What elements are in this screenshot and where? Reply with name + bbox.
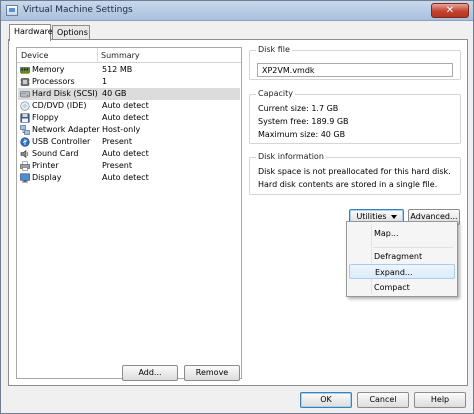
device-summary: 1 xyxy=(102,77,108,86)
device-row-network-adapter[interactable]: Network Adapter Host-only xyxy=(18,124,240,136)
display-icon xyxy=(20,173,30,183)
device-summary: Auto detect xyxy=(102,113,149,122)
device-row-printer[interactable]: Printer Present xyxy=(18,160,240,172)
column-separator[interactable] xyxy=(97,48,98,62)
device-summary: Auto detect xyxy=(102,173,149,182)
device-row-hard-disk[interactable]: Hard Disk (SCSI) 40 GB xyxy=(18,88,240,100)
window-title: Virtual Machine Settings xyxy=(23,5,133,15)
device-summary: 40 GB xyxy=(102,89,127,98)
menu-item-map[interactable]: Map... xyxy=(349,226,455,241)
close-button[interactable]: ✕ xyxy=(431,3,469,18)
printer-icon xyxy=(20,161,30,171)
current-size-text: Current size: 1.7 GB xyxy=(258,104,339,113)
system-free-text: System free: 189.9 GB xyxy=(258,117,349,126)
menu-item-label: Compact xyxy=(374,283,410,292)
hardware-panel: Device Summary Memory 512 MB Processors … xyxy=(8,39,468,386)
menu-item-expand[interactable]: Expand... xyxy=(349,264,455,279)
preallocation-text: Disk space is not preallocated for this … xyxy=(258,167,451,176)
list-header: Device Summary xyxy=(17,48,241,63)
device-summary: 512 MB xyxy=(102,65,133,74)
device-name: Printer xyxy=(32,161,59,170)
menu-item-label: Expand... xyxy=(375,268,413,277)
sound-card-icon xyxy=(20,149,29,159)
cancel-label: Cancel xyxy=(369,395,397,404)
tab-hardware[interactable]: Hardware xyxy=(9,24,53,41)
memory-icon xyxy=(20,67,30,74)
ok-label: OK xyxy=(320,395,332,404)
device-row-sound-card[interactable]: Sound Card Auto detect xyxy=(18,148,240,160)
disk-information-group: Disk information Disk space is not preal… xyxy=(249,152,461,195)
disk-file-label: Disk file xyxy=(256,45,292,54)
dropdown-arrow-icon xyxy=(390,214,397,219)
device-row-floppy[interactable]: Floppy Auto detect xyxy=(18,112,240,124)
device-row-memory[interactable]: Memory 512 MB xyxy=(18,64,240,76)
vm-settings-window: Virtual Machine Settings ✕ Hardware Opti… xyxy=(0,0,474,414)
app-icon xyxy=(6,5,18,16)
processor-icon xyxy=(20,78,30,86)
add-device-button[interactable]: Add... xyxy=(122,365,178,381)
usb-icon xyxy=(20,137,30,147)
tab-options[interactable]: Options xyxy=(52,25,90,40)
add-device-label: Add... xyxy=(138,368,162,377)
ok-button[interactable]: OK xyxy=(300,392,352,408)
menu-item-label: Defragment xyxy=(374,252,423,261)
device-name: Floppy xyxy=(32,113,59,122)
device-name: Display xyxy=(32,173,62,182)
device-summary: Host-only xyxy=(102,125,141,134)
device-name: Sound Card xyxy=(32,149,79,158)
floppy-icon xyxy=(20,113,30,123)
cd-dvd-icon xyxy=(20,101,30,111)
menu-item-compact[interactable]: Compact xyxy=(349,280,455,295)
device-name: Memory xyxy=(32,65,65,74)
utilities-label: Utilities xyxy=(356,212,387,221)
network-adapter-icon xyxy=(20,125,30,135)
device-name: Network Adapter xyxy=(32,125,100,134)
utilities-menu: Map... Defragment Expand... Compact xyxy=(346,221,458,297)
storage-type-text: Hard disk contents are stored in a singl… xyxy=(258,180,438,189)
device-summary: Auto detect xyxy=(102,149,149,158)
device-row-usb-controller[interactable]: USB Controller Present xyxy=(18,136,240,148)
device-summary: Present xyxy=(102,161,133,170)
advanced-label: Advanced... xyxy=(410,212,458,221)
column-header-device[interactable]: Device xyxy=(21,51,48,60)
device-row-cd-dvd[interactable]: CD/DVD (IDE) Auto detect xyxy=(18,100,240,112)
device-name: Hard Disk (SCSI) xyxy=(32,89,98,98)
remove-device-button[interactable]: Remove xyxy=(184,365,240,381)
device-summary: Auto detect xyxy=(102,101,149,110)
device-name: CD/DVD (IDE) xyxy=(32,101,87,110)
menu-item-label: Map... xyxy=(374,229,399,238)
column-header-summary[interactable]: Summary xyxy=(101,51,140,60)
device-name: USB Controller xyxy=(32,137,91,146)
menu-separator xyxy=(373,247,453,248)
maximum-size-text: Maximum size: 40 GB xyxy=(258,130,346,139)
cancel-button[interactable]: Cancel xyxy=(357,392,409,408)
capacity-group: Capacity Current size: 1.7 GB System fre… xyxy=(249,89,461,144)
device-summary: Present xyxy=(102,137,133,146)
disk-file-group: Disk file XP2VM.vmdk xyxy=(249,45,461,80)
device-name: Processors xyxy=(32,77,75,86)
device-row-processors[interactable]: Processors 1 xyxy=(18,76,240,88)
capacity-label: Capacity xyxy=(256,89,295,98)
help-label: Help xyxy=(430,395,450,404)
device-row-display[interactable]: Display Auto detect xyxy=(18,172,240,184)
disk-information-label: Disk information xyxy=(256,152,326,161)
help-button[interactable]: Help xyxy=(414,392,466,408)
menu-item-defragment[interactable]: Defragment xyxy=(349,249,455,264)
hard-disk-icon xyxy=(20,91,30,98)
device-list[interactable]: Device Summary Memory 512 MB Processors … xyxy=(16,47,242,379)
title-bar[interactable]: Virtual Machine Settings ✕ xyxy=(1,1,473,21)
remove-device-label: Remove xyxy=(195,368,229,377)
disk-file-input[interactable]: XP2VM.vmdk xyxy=(257,63,453,77)
